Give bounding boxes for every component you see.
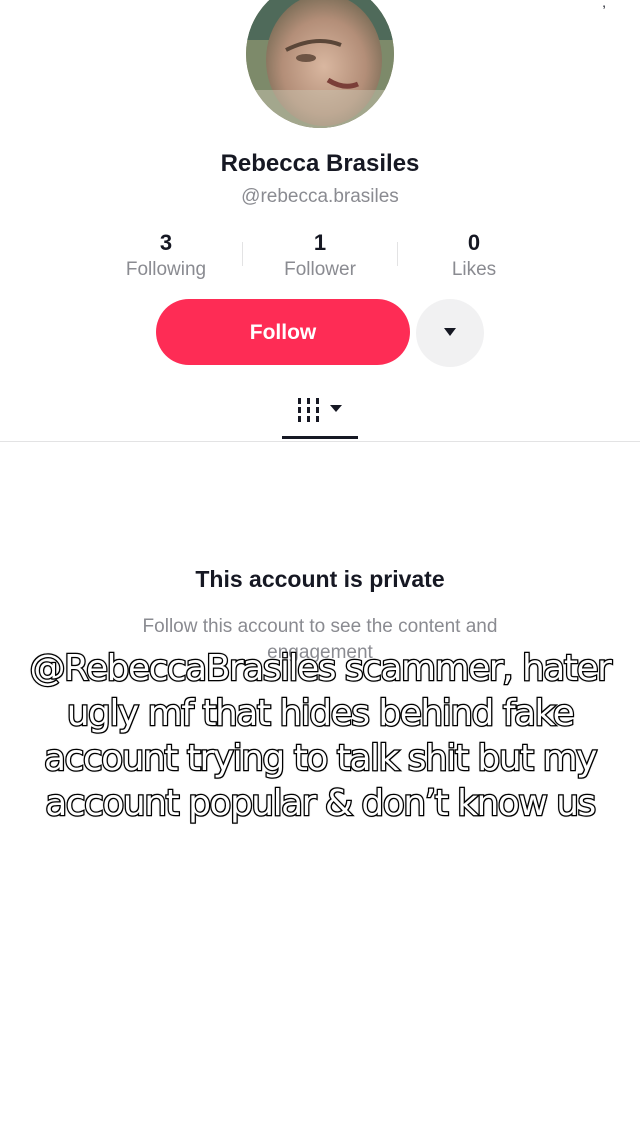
avatar-photo: [246, 0, 394, 128]
stat-followers-label: Follower: [284, 259, 356, 280]
tab-divider: [0, 441, 640, 442]
status-bar-fragment: ,: [602, 0, 606, 10]
tab-videos[interactable]: [296, 396, 346, 426]
stat-likes[interactable]: 0 Likes: [394, 228, 554, 282]
stat-following-label: Following: [125, 259, 207, 280]
username-handle: @rebecca.brasiles: [241, 186, 399, 207]
profile-screen: , Rebecca Brasiles @rebecca.brasiles 3 F…: [0, 0, 640, 1138]
active-tab-indicator: [282, 436, 358, 439]
profile-stats: 3 Following 1 Follower 0 Likes: [0, 228, 640, 288]
overlay-caption: @RebeccaBrasiles scammer, hater ugly mf …: [28, 647, 613, 826]
display-name: Rebecca Brasiles: [220, 150, 420, 177]
stat-followers-count: 1: [313, 230, 327, 255]
caret-down-icon: [444, 328, 456, 336]
follow-button[interactable]: Follow: [156, 299, 410, 365]
private-account-title: This account is private: [195, 566, 445, 592]
stat-likes-label: Likes: [451, 259, 497, 280]
video-grid-icon: [298, 398, 342, 422]
suggested-accounts-button[interactable]: [416, 299, 484, 367]
stat-followers[interactable]: 1 Follower: [240, 228, 400, 282]
stat-following-count: 3: [159, 230, 173, 255]
avatar[interactable]: [246, 0, 394, 128]
stat-following[interactable]: 3 Following: [86, 228, 246, 282]
stat-likes-count: 0: [467, 230, 481, 255]
